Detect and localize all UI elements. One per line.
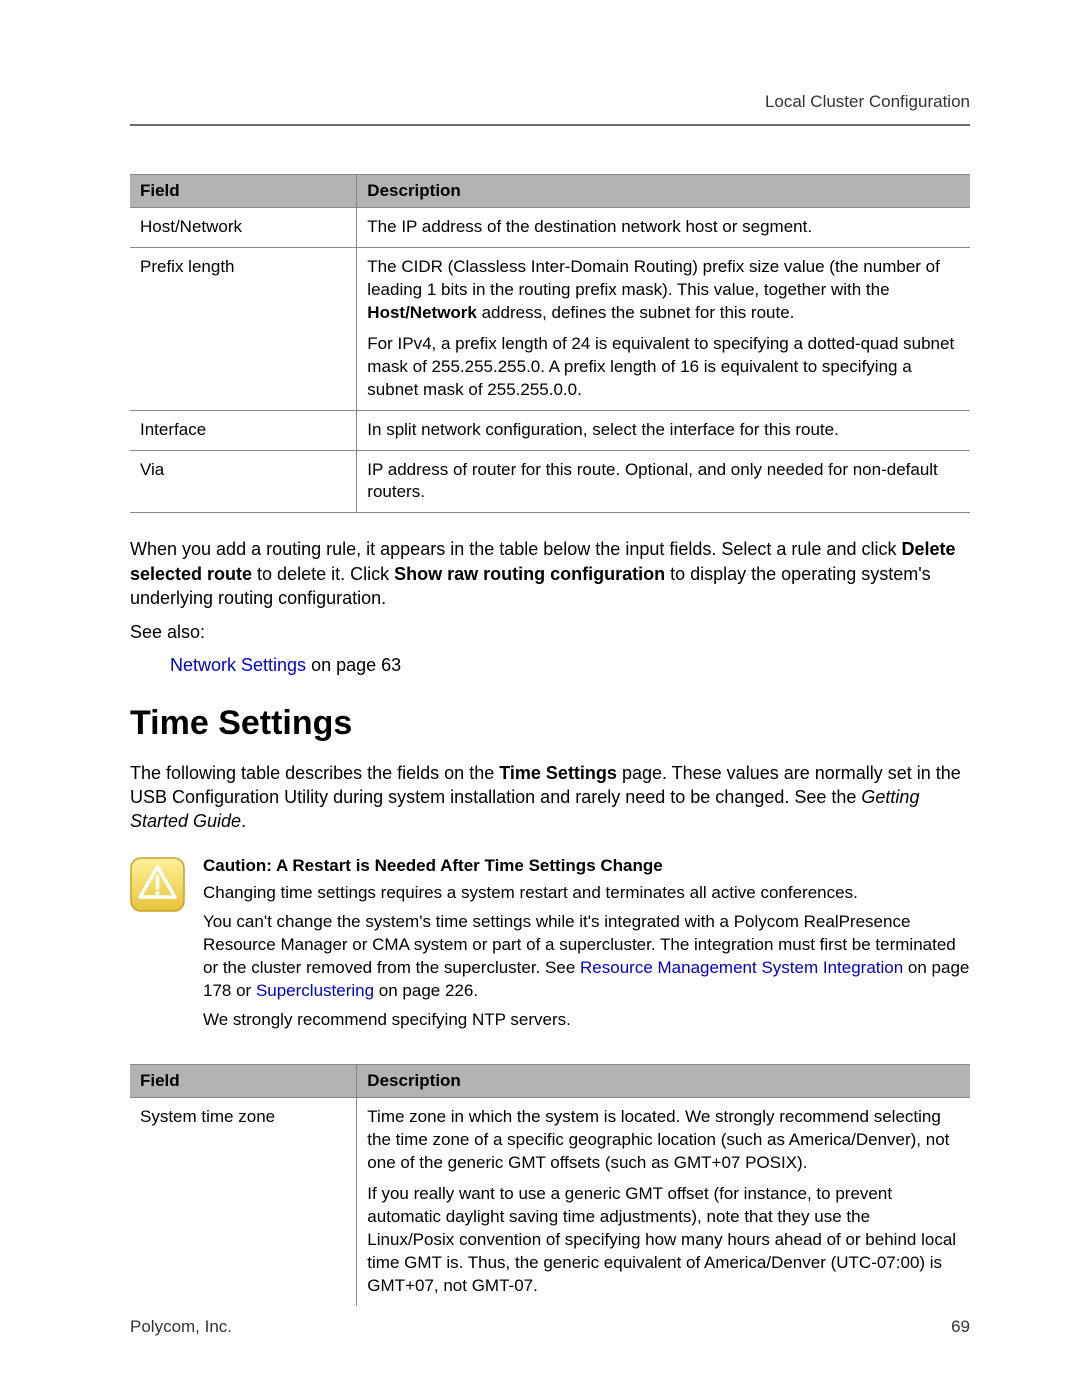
footer-company: Polycom, Inc. bbox=[130, 1317, 232, 1337]
table-row: Via IP address of router for this route.… bbox=[130, 450, 970, 513]
text: If you really want to use a generic GMT … bbox=[367, 1183, 960, 1298]
text: to delete it. Click bbox=[252, 564, 394, 584]
section-heading-time-settings: Time Settings bbox=[130, 704, 970, 743]
field-cell: Prefix length bbox=[130, 247, 357, 410]
text: address, defines the subnet for this rou… bbox=[477, 303, 795, 322]
text: The CIDR (Classless Inter-Domain Routing… bbox=[367, 257, 940, 299]
col-field: Field bbox=[130, 1065, 357, 1098]
see-also-link-line: Network Settings on page 63 bbox=[170, 655, 970, 676]
field-cell: System time zone bbox=[130, 1098, 357, 1306]
network-settings-link[interactable]: Network Settings bbox=[170, 655, 306, 675]
field-cell: Via bbox=[130, 450, 357, 513]
caution-p1: Changing time settings requires a system… bbox=[203, 882, 970, 905]
caution-block: Caution: A Restart is Needed After Time … bbox=[130, 855, 970, 1038]
desc-cell: Time zone in which the system is located… bbox=[357, 1098, 970, 1306]
bold-text: Show raw routing configuration bbox=[394, 564, 665, 584]
running-header: Local Cluster Configuration bbox=[130, 92, 970, 112]
routing-fields-table: Field Description Host/Network The IP ad… bbox=[130, 174, 970, 513]
caution-p3: We strongly recommend specifying NTP ser… bbox=[203, 1009, 970, 1032]
caution-icon bbox=[130, 857, 185, 912]
footer-page-number: 69 bbox=[951, 1317, 970, 1337]
superclustering-link[interactable]: Superclustering bbox=[256, 981, 374, 1000]
caution-p2: You can't change the system's time setti… bbox=[203, 911, 970, 1003]
header-rule bbox=[130, 124, 970, 126]
time-settings-table: Field Description System time zone Time … bbox=[130, 1064, 970, 1306]
routing-paragraph: When you add a routing rule, it appears … bbox=[130, 537, 970, 610]
table-row: Host/Network The IP address of the desti… bbox=[130, 208, 970, 248]
text: on page 63 bbox=[306, 655, 401, 675]
col-field: Field bbox=[130, 175, 357, 208]
intro-paragraph: The following table describes the fields… bbox=[130, 761, 970, 834]
desc-cell: The CIDR (Classless Inter-Domain Routing… bbox=[357, 247, 970, 410]
col-description: Description bbox=[357, 1065, 970, 1098]
desc-cell: IP address of router for this route. Opt… bbox=[357, 450, 970, 513]
text: Time zone in which the system is located… bbox=[367, 1106, 960, 1175]
desc-cell: The IP address of the destination networ… bbox=[357, 208, 970, 248]
caution-title: Caution: A Restart is Needed After Time … bbox=[203, 855, 970, 878]
table-row: Interface In split network configuration… bbox=[130, 410, 970, 450]
desc-cell: In split network configuration, select t… bbox=[357, 410, 970, 450]
text: The following table describes the fields… bbox=[130, 763, 499, 783]
field-cell: Interface bbox=[130, 410, 357, 450]
table-row: System time zone Time zone in which the … bbox=[130, 1098, 970, 1306]
see-also-label: See also: bbox=[130, 620, 970, 644]
bold-text: Time Settings bbox=[499, 763, 617, 783]
col-description: Description bbox=[357, 175, 970, 208]
text: When you add a routing rule, it appears … bbox=[130, 539, 901, 559]
text: . bbox=[241, 811, 246, 831]
text: For IPv4, a prefix length of 24 is equiv… bbox=[367, 333, 960, 402]
text: on page 226. bbox=[374, 981, 478, 1000]
table-row: Prefix length The CIDR (Classless Inter-… bbox=[130, 247, 970, 410]
bold-text: Host/Network bbox=[367, 303, 477, 322]
field-cell: Host/Network bbox=[130, 208, 357, 248]
resource-management-link[interactable]: Resource Management System Integration bbox=[580, 958, 903, 977]
